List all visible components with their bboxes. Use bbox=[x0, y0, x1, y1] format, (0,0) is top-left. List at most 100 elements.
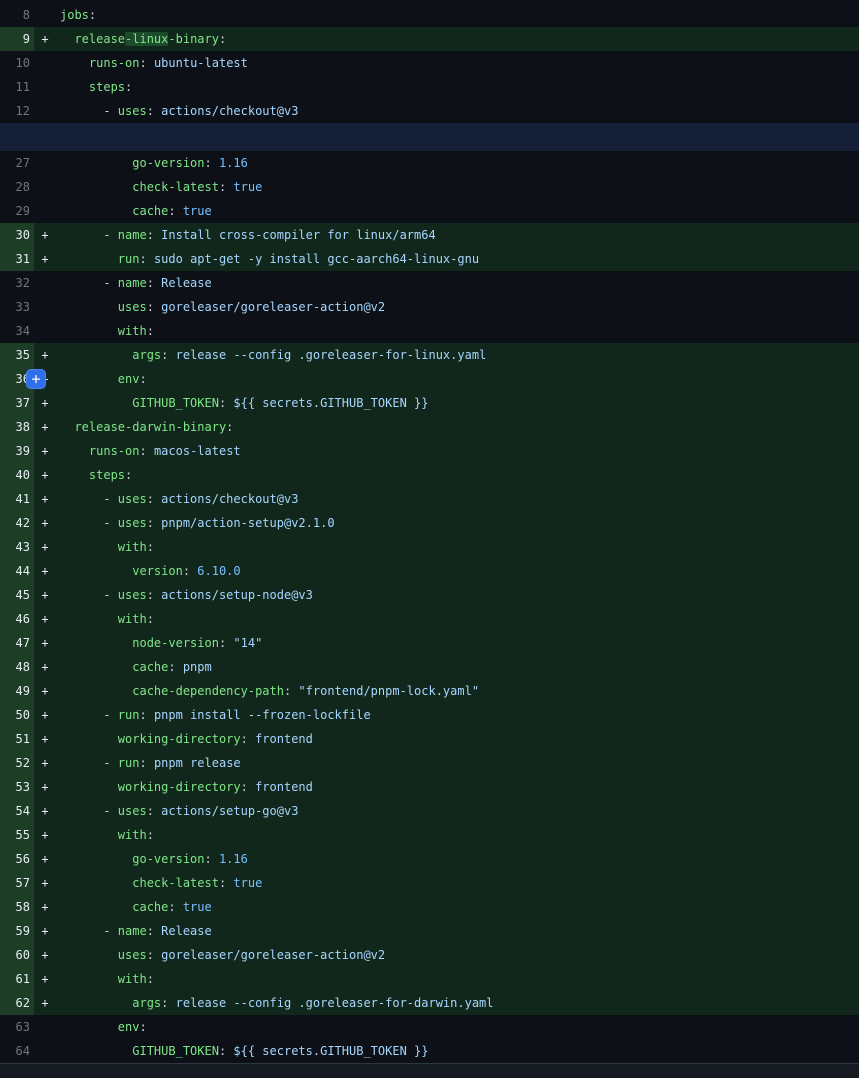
diff-line-30: 30+ - name: Install cross-compiler for l… bbox=[0, 223, 859, 247]
code-text: - uses: pnpm/action-setup@v2.1.0 bbox=[56, 511, 859, 535]
code-text: runs-on: macos-latest bbox=[56, 439, 859, 463]
diff-marker: + bbox=[34, 679, 56, 703]
diff-line-31: 31+ run: sudo apt-get -y install gcc-aar… bbox=[0, 247, 859, 271]
line-number[interactable]: 51 bbox=[0, 727, 34, 751]
line-number[interactable]: 54 bbox=[0, 799, 34, 823]
diff-marker: + bbox=[34, 967, 56, 991]
line-number[interactable]: 11 bbox=[0, 75, 34, 99]
line-number[interactable]: 41 bbox=[0, 487, 34, 511]
diff-marker: + bbox=[34, 919, 56, 943]
line-number[interactable]: 52 bbox=[0, 751, 34, 775]
code-text: steps: bbox=[56, 463, 859, 487]
diff-marker: + bbox=[34, 895, 56, 919]
line-number[interactable]: 9 bbox=[0, 27, 34, 51]
diff-view: 8 jobs: 9 + release-linux-binary: 10 runs-on… bbox=[0, 0, 859, 1078]
code-text: env: bbox=[56, 1015, 859, 1039]
line-number[interactable]: 59 bbox=[0, 919, 34, 943]
line-number[interactable]: 34 bbox=[0, 319, 34, 343]
diff-marker: + bbox=[34, 727, 56, 751]
line-number[interactable]: 61 bbox=[0, 967, 34, 991]
line-number[interactable]: 37 bbox=[0, 391, 34, 415]
line-number[interactable]: 60 bbox=[0, 943, 34, 967]
code-text: release-darwin-binary: bbox=[56, 415, 859, 439]
line-number[interactable]: 35 bbox=[0, 343, 34, 367]
diff-line-35: 35+ args: release --config .goreleaser-f… bbox=[0, 343, 859, 367]
diff-marker bbox=[34, 99, 56, 123]
line-number[interactable]: 29 bbox=[0, 199, 34, 223]
add-comment-button[interactable]: + bbox=[26, 369, 46, 389]
code-text: release-linux-binary: bbox=[56, 27, 859, 51]
diff-marker bbox=[34, 199, 56, 223]
line-number[interactable]: 50 bbox=[0, 703, 34, 727]
code-text: - uses: actions/checkout@v3 bbox=[56, 99, 859, 123]
line-number[interactable]: 8 bbox=[0, 3, 34, 27]
line-number[interactable]: 63 bbox=[0, 1015, 34, 1039]
line-number[interactable]: 44 bbox=[0, 559, 34, 583]
diff-line-45: 45+ - uses: actions/setup-node@v3 bbox=[0, 583, 859, 607]
diff-marker bbox=[34, 151, 56, 175]
diff-marker bbox=[34, 1015, 56, 1039]
diff-line-34: 34 with: bbox=[0, 319, 859, 343]
diff-line-39: 39+ runs-on: macos-latest bbox=[0, 439, 859, 463]
code-text: jobs: bbox=[56, 3, 859, 27]
line-number[interactable]: 62 bbox=[0, 991, 34, 1015]
code-text: with: bbox=[56, 535, 859, 559]
line-number[interactable]: 42 bbox=[0, 511, 34, 535]
line-number[interactable]: 40 bbox=[0, 463, 34, 487]
code-text: - name: Install cross-compiler for linux… bbox=[56, 223, 859, 247]
diff-line-40: 40+ steps: bbox=[0, 463, 859, 487]
diff-marker: + bbox=[34, 223, 56, 247]
diff-line-37: 37+ GITHUB_TOKEN: ${{ secrets.GITHUB_TOK… bbox=[0, 391, 859, 415]
line-number[interactable]: 45 bbox=[0, 583, 34, 607]
line-number[interactable]: 55 bbox=[0, 823, 34, 847]
line-number[interactable]: 30 bbox=[0, 223, 34, 247]
diff-marker: + bbox=[34, 391, 56, 415]
line-number[interactable]: 33 bbox=[0, 295, 34, 319]
diff-bottom-border bbox=[0, 1063, 859, 1078]
code-text: node-version: "14" bbox=[56, 631, 859, 655]
code-text: - uses: actions/setup-go@v3 bbox=[56, 799, 859, 823]
diff-line-63: 63 env: bbox=[0, 1015, 859, 1039]
diff-marker: + bbox=[34, 247, 56, 271]
diff-line-44: 44+ version: 6.10.0 bbox=[0, 559, 859, 583]
line-number[interactable]: 53 bbox=[0, 775, 34, 799]
diff-line-54: 54+ - uses: actions/setup-go@v3 bbox=[0, 799, 859, 823]
diff-expand-row[interactable] bbox=[0, 123, 859, 151]
diff-marker: + bbox=[34, 775, 56, 799]
line-number[interactable]: 43 bbox=[0, 535, 34, 559]
line-number[interactable]: 49 bbox=[0, 679, 34, 703]
code-text: GITHUB_TOKEN: ${{ secrets.GITHUB_TOKEN }… bbox=[56, 1039, 859, 1063]
line-number[interactable]: 47 bbox=[0, 631, 34, 655]
code-text: working-directory: frontend bbox=[56, 775, 859, 799]
diff-line-57: 57+ check-latest: true bbox=[0, 871, 859, 895]
line-number[interactable]: 12 bbox=[0, 99, 34, 123]
code-text: cache: pnpm bbox=[56, 655, 859, 679]
diff-line-64: 64 GITHUB_TOKEN: ${{ secrets.GITHUB_TOKE… bbox=[0, 1039, 859, 1063]
diff-line-38: 38+ release-darwin-binary: bbox=[0, 415, 859, 439]
code-text: - uses: actions/setup-node@v3 bbox=[56, 583, 859, 607]
line-number[interactable]: 58 bbox=[0, 895, 34, 919]
line-number[interactable]: 10 bbox=[0, 51, 34, 75]
line-number[interactable]: 39 bbox=[0, 439, 34, 463]
line-number[interactable]: 28 bbox=[0, 175, 34, 199]
diff-marker: + bbox=[34, 943, 56, 967]
code-text: with: bbox=[56, 823, 859, 847]
diff-marker bbox=[34, 1039, 56, 1063]
line-number[interactable]: 57 bbox=[0, 871, 34, 895]
diff-line-32: 32 - name: Release bbox=[0, 271, 859, 295]
line-number[interactable]: 38 bbox=[0, 415, 34, 439]
code-text: - uses: actions/checkout@v3 bbox=[56, 487, 859, 511]
diff-line-52: 52+ - run: pnpm release bbox=[0, 751, 859, 775]
diff-marker: + bbox=[34, 559, 56, 583]
line-number[interactable]: 64 bbox=[0, 1039, 34, 1063]
diff-marker: + bbox=[34, 511, 56, 535]
line-number[interactable]: 27 bbox=[0, 151, 34, 175]
diff-line-42: 42+ - uses: pnpm/action-setup@v2.1.0 bbox=[0, 511, 859, 535]
diff-line-46: 46+ with: bbox=[0, 607, 859, 631]
diff-line-62: 62+ args: release --config .goreleaser-f… bbox=[0, 991, 859, 1015]
line-number[interactable]: 48 bbox=[0, 655, 34, 679]
line-number[interactable]: 31 bbox=[0, 247, 34, 271]
line-number[interactable]: 56 bbox=[0, 847, 34, 871]
line-number[interactable]: 32 bbox=[0, 271, 34, 295]
line-number[interactable]: 46 bbox=[0, 607, 34, 631]
